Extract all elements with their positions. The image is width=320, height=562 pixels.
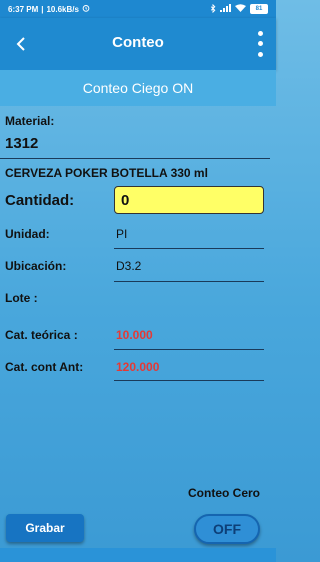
material-description: CERVEZA POKER BOTELLA 330 ml [5, 166, 208, 180]
material-divider [0, 158, 270, 159]
app-bar: Conteo [0, 18, 276, 70]
battery-icon: 81 [250, 4, 268, 14]
previous-count-underline [114, 380, 264, 381]
overflow-menu-button[interactable] [254, 28, 266, 60]
location-underline [114, 281, 264, 282]
status-separator: | [41, 4, 44, 14]
status-left: 6:37 PM | 10.6kB/s [8, 4, 90, 14]
more-vert-dot-icon [257, 41, 263, 47]
bluetooth-icon [210, 3, 216, 15]
quantity-label: Cantidad: [5, 192, 75, 209]
more-vert-dot-icon [257, 30, 263, 36]
status-time: 6:37 PM [8, 4, 39, 14]
previous-count-value: 120.000 [116, 360, 160, 374]
wifi-icon [235, 4, 246, 14]
unit-underline [114, 248, 264, 249]
unit-label: Unidad: [5, 227, 50, 241]
unit-value: PI [116, 227, 128, 241]
location-label: Ubicación: [5, 259, 67, 273]
status-right: 81 [210, 3, 268, 15]
save-button[interactable]: Grabar [6, 514, 84, 542]
zero-count-label: Conteo Cero [188, 486, 260, 500]
theoretical-qty-underline [114, 349, 264, 350]
material-value: 1312 [5, 135, 39, 152]
status-bar: 6:37 PM | 10.6kB/s 81 [0, 0, 276, 18]
status-speed: 10.6kB/s [46, 4, 79, 14]
signal-icon [220, 4, 231, 14]
system-nav-bar [0, 548, 276, 562]
material-label: Material: [5, 114, 55, 128]
theoretical-qty-label: Cat. teórica : [5, 328, 78, 342]
lot-label: Lote : [5, 291, 38, 305]
zero-count-toggle[interactable]: OFF [194, 514, 260, 544]
alarm-icon [82, 4, 90, 14]
more-vert-dot-icon [257, 52, 263, 58]
previous-count-label: Cat. cont Ant: [5, 360, 84, 374]
quantity-input[interactable]: 0 [114, 186, 264, 214]
blind-count-banner: Conteo Ciego ON [0, 70, 276, 106]
page-title: Conteo [112, 34, 164, 51]
location-value: D3.2 [116, 259, 142, 273]
theoretical-qty-value: 10.000 [116, 328, 153, 342]
